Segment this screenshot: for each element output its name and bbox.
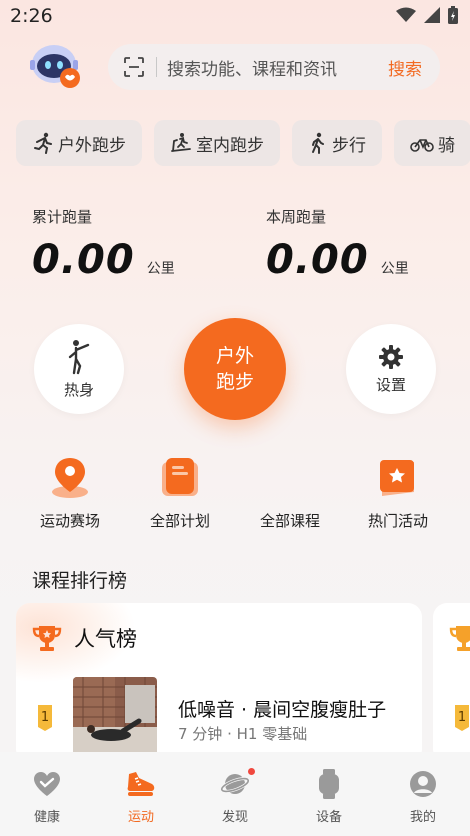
- location-pin-icon: [52, 458, 88, 498]
- chip-label: 室内跑步: [196, 135, 264, 156]
- ranking-card-title: 人气榜: [74, 627, 137, 651]
- quick-entry-label: 运动赛场: [39, 512, 100, 530]
- chip-label: 户外跑步: [58, 135, 126, 156]
- course-title: 低噪音 · 晨间空腹瘦肚子: [178, 699, 387, 721]
- week-distance: 本周跑量 0.00 公里: [266, 206, 409, 283]
- quick-entry-events[interactable]: 热门活动: [358, 454, 438, 531]
- course-subtitle: 7 分钟 · H1 零基础: [178, 725, 308, 743]
- treadmill-icon: [171, 133, 191, 152]
- battery-icon: [448, 6, 458, 24]
- total-distance-label: 累计跑量: [32, 208, 93, 226]
- rank-number: 1: [458, 710, 466, 725]
- outdoor-run-icon: [34, 132, 52, 154]
- planet-icon: [220, 774, 250, 794]
- tab-label: 我的: [409, 810, 436, 825]
- settings-button[interactable]: 设置: [346, 324, 436, 414]
- total-distance-unit: 公里: [146, 261, 175, 277]
- chip-label: 步行: [332, 135, 366, 156]
- gear-icon: [379, 344, 403, 369]
- chip-walk[interactable]: 步行: [292, 120, 382, 166]
- search-input[interactable]: 搜索功能、课程和资讯: [167, 55, 388, 80]
- popularity-ranking-card[interactable]: 人气榜 1 低噪音 · 晨间空腹瘦肚子 7 分钟 · H1 零基础: [16, 603, 422, 763]
- search-button[interactable]: 搜索: [388, 55, 422, 80]
- running-shoe-icon: [127, 772, 155, 796]
- tab-me[interactable]: 我的: [393, 768, 453, 825]
- warmup-label: 热身: [63, 380, 94, 399]
- tab-label: 设备: [315, 810, 342, 825]
- chip-bike[interactable]: 骑: [394, 120, 470, 166]
- gold-medal-icon: 1: [38, 705, 52, 731]
- rank-number: 1: [41, 710, 49, 725]
- status-bar: 2:26: [0, 0, 470, 32]
- next-ranking-card[interactable]: 1: [433, 603, 470, 763]
- quick-entry-arena[interactable]: 运动赛场: [30, 454, 110, 531]
- scan-icon[interactable]: [124, 57, 144, 77]
- start-outdoor-run-button[interactable]: 户外 跑步: [184, 318, 286, 420]
- quick-entry-plans[interactable]: 全部计划: [140, 454, 220, 531]
- trophy-icon: [449, 626, 470, 651]
- star-ticket-icon: [380, 460, 414, 496]
- search-divider: [156, 57, 157, 77]
- trophy-icon: [32, 626, 62, 651]
- gold-medal-icon: 1: [455, 705, 469, 731]
- watch-icon: [319, 769, 339, 799]
- warmup-stretch-icon: [68, 339, 90, 374]
- total-distance-value: 0.00: [32, 237, 135, 283]
- warmup-button[interactable]: 热身: [34, 324, 124, 414]
- quick-entry-courses[interactable]: 全部课程: [250, 454, 330, 531]
- cell-signal-icon: [424, 7, 440, 23]
- chip-outdoor-run[interactable]: 户外跑步: [16, 120, 142, 166]
- start-label-line2: 跑步: [215, 371, 254, 393]
- plan-icon: [162, 458, 198, 496]
- tab-health[interactable]: 健康: [17, 768, 77, 825]
- tab-sports[interactable]: 运动: [111, 768, 171, 825]
- section-title-course-ranking: 课程排行榜: [32, 570, 128, 592]
- bottom-tab-bar: 健康 运动 发现 设备 我的: [0, 752, 470, 836]
- bike-icon: [410, 139, 434, 152]
- walk-icon: [312, 132, 324, 154]
- quick-entry-label: 热门活动: [367, 512, 428, 530]
- course-thumbnail[interactable]: [73, 677, 157, 757]
- total-distance: 累计跑量 0.00 公里: [32, 206, 175, 283]
- wifi-icon: [396, 7, 416, 22]
- chip-label: 骑: [438, 135, 455, 156]
- tab-label: 运动: [127, 810, 154, 825]
- search-bar[interactable]: 搜索功能、课程和资讯 搜索: [108, 44, 440, 90]
- heart-icon: [34, 772, 60, 796]
- week-distance-unit: 公里: [380, 261, 409, 277]
- assistant-avatar[interactable]: [28, 40, 84, 92]
- tab-devices[interactable]: 设备: [299, 768, 359, 825]
- ranking-list-item[interactable]: 1 低噪音 · 晨间空腹瘦肚子 7 分钟 · H1 零基础: [16, 677, 422, 757]
- tab-label: 健康: [33, 810, 60, 825]
- user-icon: [410, 771, 436, 797]
- chip-indoor-run[interactable]: 室内跑步: [154, 120, 280, 166]
- quick-entry-label: 全部计划: [149, 512, 210, 530]
- status-time: 2:26: [10, 5, 53, 27]
- notification-dot: [248, 768, 255, 775]
- week-distance-label: 本周跑量: [266, 208, 327, 226]
- tab-label: 发现: [221, 810, 248, 825]
- quick-entry-label: 全部课程: [259, 512, 320, 530]
- week-distance-value: 0.00: [266, 237, 369, 283]
- settings-label: 设置: [375, 375, 406, 394]
- sport-type-chips: 户外跑步 室内跑步 步行 骑: [16, 120, 470, 166]
- start-label-line1: 户外: [215, 345, 254, 367]
- tab-discover[interactable]: 发现: [205, 768, 265, 825]
